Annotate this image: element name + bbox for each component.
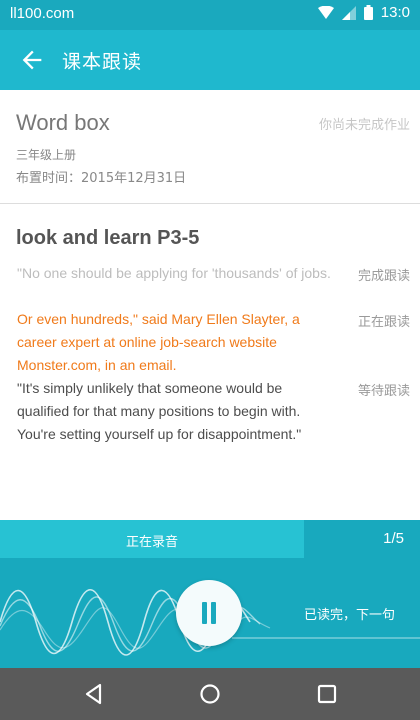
sentence-waiting[interactable]: "It's simply unlikely that someone would…: [17, 377, 337, 446]
nav-back-icon[interactable]: [80, 680, 108, 708]
sentence-state-reading: 正在跟读: [357, 315, 410, 330]
status-site-label: ll100.com: [10, 5, 75, 22]
signal-icon: [341, 5, 356, 20]
status-bar: ll100.com 13:0: [0, 0, 420, 30]
sentence-state-completed: 完成跟读: [357, 269, 410, 284]
homework-status: 你尚未完成作业: [318, 118, 410, 133]
nav-home-icon[interactable]: [196, 680, 224, 708]
page-title: 课本跟读: [62, 51, 143, 73]
unit-title: Word box: [16, 110, 110, 135]
sentence-reading[interactable]: Or even hundreds," said Mary Ellen Slayt…: [17, 308, 337, 377]
next-sentence-button[interactable]: 已读完，下一句: [304, 604, 395, 623]
app-bar: 课本跟读: [0, 30, 420, 90]
pause-icon: [202, 602, 207, 624]
pause-button[interactable]: [176, 580, 242, 646]
sentence-progress: 1/5: [383, 530, 404, 547]
sentence-completed[interactable]: "No one should be applying for 'thousand…: [17, 262, 337, 285]
recording-panel: 正在录音 1/5 已读完，下一句: [0, 520, 420, 668]
battery-icon: [363, 5, 373, 20]
lesson-content: look and learn P3-5 "No one should be ap…: [0, 205, 420, 520]
status-icons: 13:0: [317, 4, 410, 21]
wifi-icon: [317, 5, 334, 19]
due-date-label: 布置时间：2015年12月31日: [16, 171, 187, 186]
system-nav-bar: [0, 668, 420, 720]
recording-label: 正在录音: [125, 535, 178, 550]
sentence-state-waiting: 等待跟读: [357, 384, 410, 399]
nav-recents-icon[interactable]: [313, 680, 341, 708]
lesson-heading: look and learn P3-5: [16, 227, 200, 249]
grade-label: 三年级上册: [16, 148, 77, 162]
recording-status-bar: 正在录音: [0, 520, 304, 558]
pause-icon-bar: [211, 602, 216, 624]
homework-info: Word box 你尚未完成作业 三年级上册 布置时间：2015年12月31日: [0, 90, 420, 204]
arrow-left-icon[interactable]: [18, 46, 46, 74]
status-time: 13:0: [380, 4, 410, 21]
